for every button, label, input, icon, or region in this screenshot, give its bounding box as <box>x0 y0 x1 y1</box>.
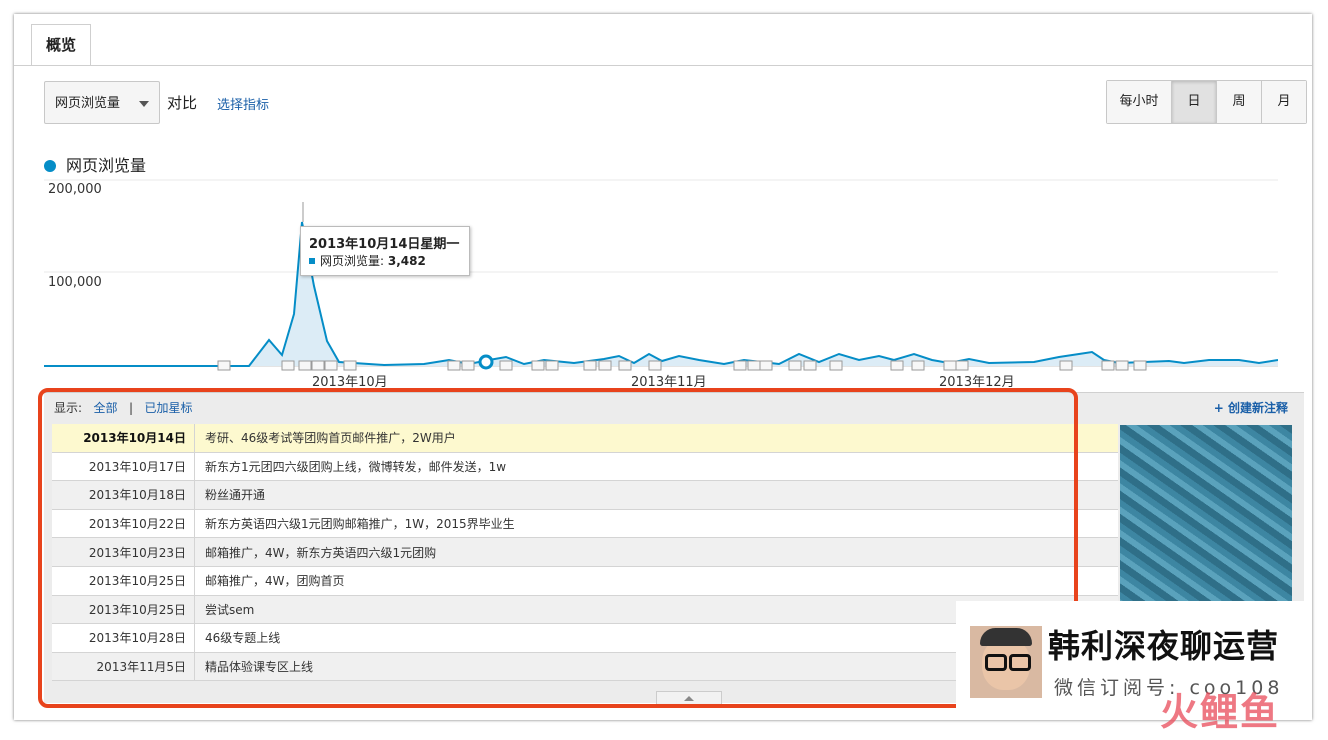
tooltip-value: 3,482 <box>387 254 426 268</box>
annotation-marker-icon[interactable] <box>281 360 295 371</box>
tab-overview[interactable]: 概览 <box>31 24 91 66</box>
granularity-hourly-button[interactable]: 每小时 <box>1107 81 1171 123</box>
annotation-marker-icon[interactable] <box>618 360 632 371</box>
annotation-marker-icon[interactable] <box>1059 360 1073 371</box>
annotation-marker-icon[interactable] <box>298 360 312 371</box>
annotation-marker-icon[interactable] <box>311 360 325 371</box>
metric-select[interactable]: 网页浏览量 <box>44 81 160 124</box>
annotation-marker-icon[interactable] <box>943 360 957 371</box>
annotation-marker-icon[interactable] <box>829 360 843 371</box>
tooltip-metric: 网页浏览量 <box>320 254 381 268</box>
tab-divider <box>14 65 1312 66</box>
annotation-marker-icon[interactable] <box>1101 360 1115 371</box>
granularity-day-button[interactable]: 日 <box>1171 81 1216 123</box>
granularity-month-button[interactable]: 月 <box>1261 81 1306 123</box>
annotation-marker-icon[interactable] <box>955 360 969 371</box>
annotation-marker-icon[interactable] <box>447 360 461 371</box>
brand-title: 韩利深夜聊运营 <box>1048 627 1280 665</box>
chevron-down-icon <box>139 101 149 107</box>
watermark-logo: 火鲤鱼 <box>1160 690 1281 734</box>
chart-tooltip: 2013年10月14日星期一 网页浏览量: 3,482 <box>300 226 470 276</box>
annotation-marker-icon[interactable] <box>499 360 513 371</box>
avatar-hair <box>980 628 1032 646</box>
legend-label: 网页浏览量 <box>66 156 147 175</box>
glasses-icon <box>1009 654 1031 671</box>
annotation-marker-icon[interactable] <box>733 360 747 371</box>
annotation-marker-icon[interactable] <box>545 360 559 371</box>
hover-point[interactable] <box>478 354 494 370</box>
annotation-marker-icon[interactable] <box>759 360 773 371</box>
annotation-marker-icon[interactable] <box>1115 360 1129 371</box>
metric-select-value: 网页浏览量 <box>55 96 121 111</box>
annotation-marker-icon[interactable] <box>890 360 904 371</box>
annotation-marker-icon[interactable] <box>217 360 231 371</box>
chart-legend: 网页浏览量 <box>44 152 146 176</box>
create-annotation-link[interactable]: + 创建新注释 <box>1214 399 1288 416</box>
pageviews-area <box>44 222 1278 366</box>
annotation-marker-icon[interactable] <box>747 360 761 371</box>
annotation-marker-icon[interactable] <box>648 360 662 371</box>
compare-label: 对比 <box>167 94 198 112</box>
annotation-marker-icon[interactable] <box>583 360 597 371</box>
annotation-marker-icon[interactable] <box>1133 360 1147 371</box>
annotation-marker-icon[interactable] <box>324 360 338 371</box>
glasses-icon <box>985 654 1007 671</box>
avatar <box>970 626 1042 698</box>
pageviews-chart[interactable] <box>44 174 1278 374</box>
pageviews-series-line <box>44 221 1278 367</box>
annotation-marker-icon[interactable] <box>531 360 545 371</box>
granularity-week-button[interactable]: 周 <box>1216 81 1261 123</box>
choose-metric-link[interactable]: 选择指标 <box>217 94 269 113</box>
annotation-marker-icon[interactable] <box>788 360 802 371</box>
granularity-toggle: 每小时 日 周 月 <box>1106 80 1307 124</box>
annotation-preview-image <box>1120 425 1292 615</box>
annotation-marker-icon[interactable] <box>461 360 475 371</box>
annotation-marker-icon[interactable] <box>911 360 925 371</box>
legend-dot-icon <box>44 160 56 172</box>
annotation-marker-icon[interactable] <box>598 360 612 371</box>
tooltip-series-icon <box>309 258 315 264</box>
tooltip-date: 2013年10月14日星期一 <box>309 237 460 252</box>
highlight-box <box>38 388 1078 708</box>
annotation-marker-icon[interactable] <box>803 360 817 371</box>
annotation-marker-icon[interactable] <box>343 360 357 371</box>
